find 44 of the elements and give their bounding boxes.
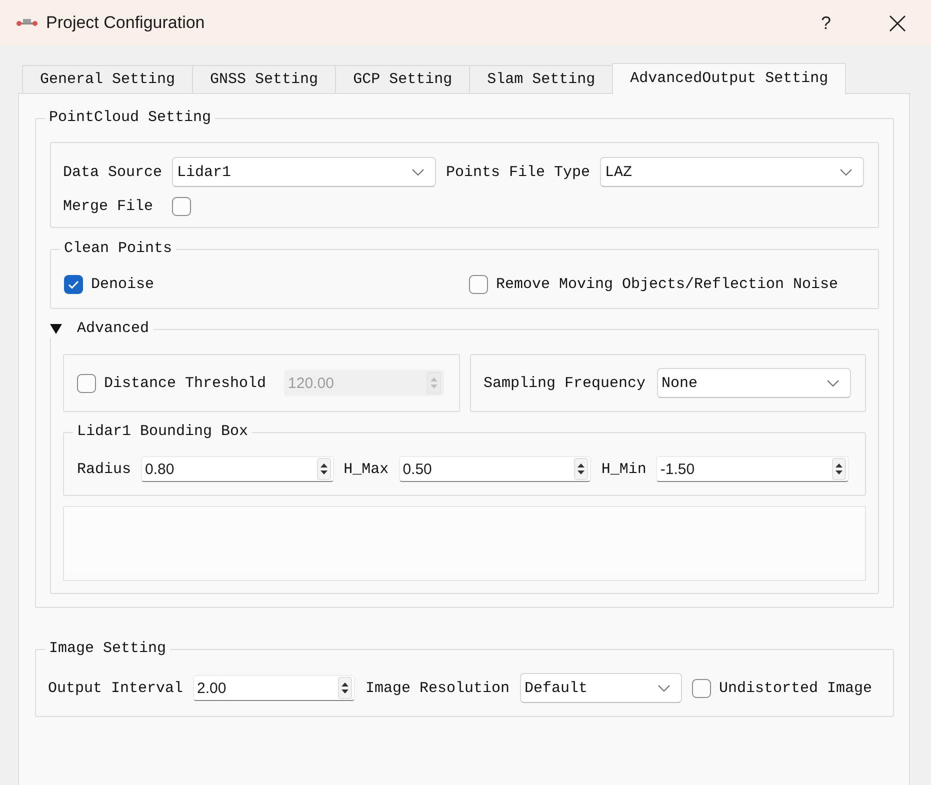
checkbox[interactable] — [692, 678, 711, 698]
number-spin-box[interactable]: 0.80 — [141, 456, 334, 482]
chevron-down-icon — [658, 684, 670, 692]
number-spin-box[interactable]: 2.00 — [193, 675, 356, 701]
group-title: Clean Points — [64, 240, 172, 258]
image-resolution-dropdown[interactable]: Default — [520, 673, 682, 703]
field-label: Output Interval — [48, 678, 184, 698]
checkbox-label[interactable]: Remove Moving Objects/Reflection Noise — [496, 275, 838, 294]
close-icon — [888, 14, 906, 32]
chevron-down-icon — [412, 168, 424, 176]
group-title: Lidar1 Bounding Box — [77, 423, 248, 441]
help-button[interactable]: ? — [803, 0, 849, 46]
field-label: Merge File — [63, 197, 154, 216]
tab[interactable]: AdvancedOutput Setting — [612, 63, 846, 94]
data-source-dropdown[interactable]: Lidar1 — [172, 157, 436, 187]
window-title: Project Configuration — [46, 13, 206, 33]
checkbox[interactable] — [469, 275, 488, 294]
up-down-arrows-icon[interactable] — [574, 458, 588, 480]
chevron-down-icon — [827, 380, 839, 386]
tab[interactable]: General Setting — [22, 65, 194, 93]
group-title: PointCloud Setting — [49, 109, 212, 127]
up-down-arrows-icon[interactable] — [832, 458, 846, 480]
field-label: Data Source — [63, 162, 162, 182]
field-label: Image Resolution — [365, 678, 510, 698]
up-down-arrows-icon[interactable] — [316, 458, 331, 480]
field-label: Radius — [77, 460, 132, 478]
sampling-frequency-dropdown[interactable]: None — [656, 368, 851, 398]
field-label: Points File Type — [446, 162, 590, 182]
triangle-down-icon[interactable] — [50, 323, 62, 335]
number-spin-box[interactable]: 0.50 — [398, 456, 592, 482]
up-down-arrows-icon[interactable] — [338, 677, 352, 699]
chevron-down-icon — [840, 168, 852, 176]
group-title: Image Setting — [49, 640, 166, 658]
file-type-dropdown[interactable]: LAZ — [600, 157, 864, 187]
checkbox-label[interactable]: Denoise — [91, 275, 154, 294]
checkbox-label[interactable]: Undistorted Image — [718, 678, 872, 698]
field-label: H_Min — [601, 460, 646, 478]
group-title: Advanced — [77, 320, 150, 338]
app-logo-icon — [16, 17, 38, 29]
checkbox[interactable] — [172, 197, 192, 216]
number-spin-box[interactable]: -1.50 — [656, 456, 850, 482]
field-label: Sampling Frequency — [484, 374, 646, 392]
field-label: H_Max — [344, 460, 389, 478]
checkbox[interactable] — [64, 275, 83, 294]
